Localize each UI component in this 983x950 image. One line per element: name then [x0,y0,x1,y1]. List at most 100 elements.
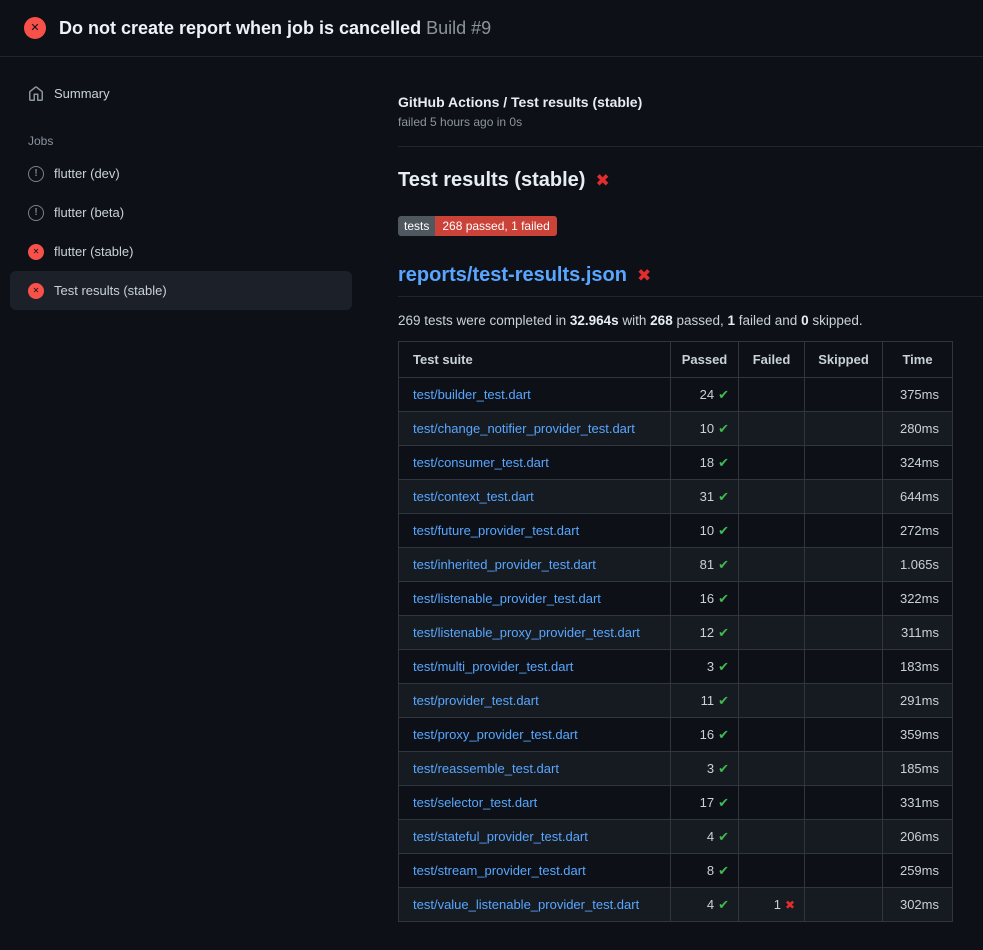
sidebar-item-test-results-stable[interactable]: ✕ Test results (stable) [10,271,352,310]
suite-link[interactable]: test/listenable_proxy_provider_test.dart [413,625,640,640]
suite-cell: test/change_notifier_provider_test.dart [399,412,671,446]
suite-link[interactable]: test/proxy_provider_test.dart [413,727,578,742]
check-icon: ✔ [718,659,729,674]
suite-cell: test/value_listenable_provider_test.dart [399,888,671,922]
passed-cell: 18✔ [671,446,739,480]
passed-count: 12 [700,625,714,640]
suite-cell: test/provider_test.dart [399,684,671,718]
check-icon: ✔ [718,795,729,810]
failed-count: 1 [774,897,781,912]
skipped-cell [805,480,883,514]
suite-link[interactable]: test/inherited_provider_test.dart [413,557,596,572]
failed-cell [739,480,805,514]
run-status-text: failed 5 hours ago in 0s [398,115,983,129]
skipped-cell [805,582,883,616]
sidebar-item-flutter-stable[interactable]: ✕ flutter (stable) [10,232,352,271]
check-icon: ✔ [718,863,729,878]
passed-cell: 24 ✔ [671,378,739,412]
skipped-cell [805,820,883,854]
passed-cell: 31✔ [671,480,739,514]
column-header-time: Time [883,342,953,378]
passed-count: 16 [700,727,714,742]
table-row: test/multi_provider_test.dart 3✔ 183ms [399,650,953,684]
passed-cell: 3✔ [671,650,739,684]
sidebar: Summary Jobs ! flutter (dev) ! flutter (… [0,57,372,310]
summary-passed-count: 268 [650,313,673,328]
failed-status-icon: ✕ [28,244,44,260]
time-cell: 1.065s [883,548,953,582]
column-header-passed: Passed [671,342,739,378]
passed-count: 81 [700,557,714,572]
breadcrumb: GitHub Actions / Test results (stable) [398,94,983,110]
suite-link[interactable]: test/context_test.dart [413,489,534,504]
sidebar-item-summary[interactable]: Summary [10,74,352,113]
check-icon: ✔ [718,387,729,402]
sidebar-item-label: Summary [54,86,110,101]
failed-x-icon: ✖ [637,267,651,284]
table-row: test/listenable_proxy_provider_test.dart… [399,616,953,650]
summary-line: 269 tests were completed in 32.964s with… [398,313,983,328]
failed-cell [739,854,805,888]
table-row: test/consumer_test.dart 18✔ 324ms [399,446,953,480]
passed-cell: 17✔ [671,786,739,820]
suite-link[interactable]: test/future_provider_test.dart [413,523,579,538]
passed-count: 4 [707,829,714,844]
suite-link[interactable]: test/reassemble_test.dart [413,761,559,776]
table-row: test/future_provider_test.dart 10✔ 272ms [399,514,953,548]
time-cell: 272ms [883,514,953,548]
time-cell: 206ms [883,820,953,854]
passed-count: 8 [707,863,714,878]
failed-cell [739,786,805,820]
column-header-test-suite: Test suite [399,342,671,378]
sidebar-item-flutter-dev[interactable]: ! flutter (dev) [10,154,352,193]
neutral-status-icon: ! [28,166,44,182]
suite-cell: test/listenable_proxy_provider_test.dart [399,616,671,650]
report-link[interactable]: reports/test-results.json [398,263,627,287]
passed-cell: 12✔ [671,616,739,650]
section-title: Test results (stable) ✖ [398,168,983,192]
sidebar-item-flutter-beta[interactable]: ! flutter (beta) [10,193,352,232]
table-row: test/change_notifier_provider_test.dart … [399,412,953,446]
build-number: Build #9 [426,18,491,38]
table-row: test/inherited_provider_test.dart 81 ✔ 1.… [399,548,953,582]
suite-link[interactable]: test/stateful_provider_test.dart [413,829,588,844]
suite-link[interactable]: test/multi_provider_test.dart [413,659,573,674]
suite-link[interactable]: test/consumer_test.dart [413,455,549,470]
failed-cell [739,582,805,616]
failed-cell [739,378,805,412]
check-icon: ✔ [718,421,729,436]
failed-x-icon: ✖ [595,172,609,189]
suite-cell: test/multi_provider_test.dart [399,650,671,684]
failed-cell [739,412,805,446]
suite-cell: test/stream_provider_test.dart [399,854,671,888]
suite-link[interactable]: test/provider_test.dart [413,693,539,708]
time-cell: 644ms [883,480,953,514]
build-failed-status-icon: ✕ [24,17,46,39]
check-icon: ✔ [718,557,729,572]
table-header-row: Test suite Passed Failed Skipped Time [399,342,953,378]
skipped-cell [805,888,883,922]
passed-count: 10 [700,523,714,538]
passed-cell: 3✔ [671,752,739,786]
home-icon [28,86,44,102]
time-cell: 185ms [883,752,953,786]
failed-cell [739,548,805,582]
suite-link[interactable]: test/change_notifier_provider_test.dart [413,421,635,436]
suite-link[interactable]: test/selector_test.dart [413,795,537,810]
time-cell: 375ms [883,378,953,412]
passed-count: 24 [700,387,714,402]
badge-label: tests [398,216,435,236]
suite-link[interactable]: test/value_listenable_provider_test.dart [413,897,639,912]
divider [398,146,983,147]
check-icon: ✔ [718,455,729,470]
check-icon: ✔ [718,761,729,776]
time-cell: 291ms [883,684,953,718]
suite-link[interactable]: test/listenable_provider_test.dart [413,591,601,606]
passed-cell: 16✔ [671,718,739,752]
summary-text: with [619,313,651,328]
suite-link[interactable]: test/stream_provider_test.dart [413,863,586,878]
suite-link[interactable]: test/builder_test.dart [413,387,531,402]
skipped-cell [805,786,883,820]
table-row: test/stream_provider_test.dart 8✔ 259ms [399,854,953,888]
suite-cell: test/builder_test.dart [399,378,671,412]
